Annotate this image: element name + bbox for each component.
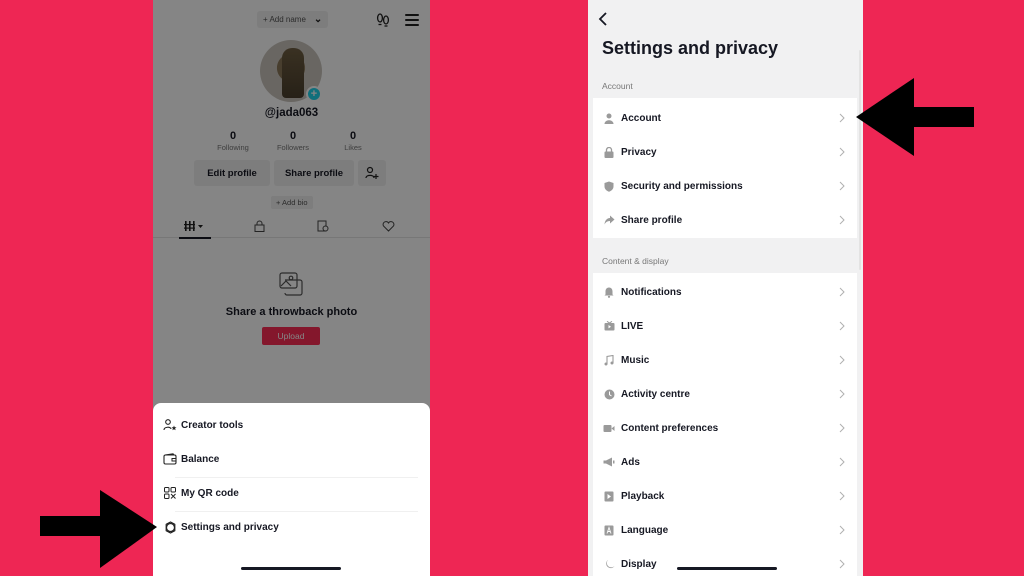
chevron-right-icon bbox=[839, 491, 845, 501]
chevron-right-icon bbox=[839, 113, 845, 123]
lock-icon bbox=[603, 146, 615, 158]
settings-item-share-profile[interactable]: Share profile bbox=[593, 203, 857, 237]
gear-icon bbox=[163, 520, 177, 534]
person-icon bbox=[603, 112, 615, 124]
section-label-account: Account bbox=[602, 81, 633, 91]
home-indicator bbox=[677, 567, 777, 570]
menu-item-creator-tools[interactable]: Creator tools bbox=[153, 408, 430, 442]
creator-tools-icon bbox=[163, 418, 177, 432]
account-settings-group: Account Privacy Security and permissions… bbox=[593, 98, 857, 238]
settings-item-label: Language bbox=[621, 524, 669, 536]
settings-item-notifications[interactable]: Notifications bbox=[593, 275, 857, 309]
qr-code-icon bbox=[163, 486, 177, 500]
settings-item-activity-centre[interactable]: Activity centre bbox=[593, 377, 857, 411]
settings-item-label: Music bbox=[621, 354, 650, 366]
bell-icon bbox=[603, 286, 615, 298]
settings-item-account[interactable]: Account bbox=[593, 101, 857, 135]
chevron-right-icon bbox=[839, 147, 845, 157]
menu-item-balance[interactable]: Balance bbox=[153, 442, 430, 476]
chevron-right-icon bbox=[839, 287, 845, 297]
settings-item-privacy[interactable]: Privacy bbox=[593, 135, 857, 169]
settings-item-label: Content preferences bbox=[621, 422, 719, 434]
chevron-right-icon bbox=[839, 559, 845, 569]
settings-item-music[interactable]: Music bbox=[593, 343, 857, 377]
settings-item-security-and-permissions[interactable]: Security and permissions bbox=[593, 169, 857, 203]
settings-item-language[interactable]: Language bbox=[593, 513, 857, 547]
menu-item-settings-and-privacy[interactable]: Settings and privacy bbox=[153, 510, 430, 544]
content-display-settings-group: Notifications LIVE Music Activity centre… bbox=[593, 273, 857, 576]
arrow-right-icon bbox=[40, 490, 157, 568]
chevron-right-icon bbox=[839, 321, 845, 331]
settings-screen: Settings and privacy Account Account Pri… bbox=[588, 0, 863, 576]
video-camera-icon bbox=[603, 422, 615, 434]
language-icon bbox=[603, 524, 615, 536]
menu-item-qr-code[interactable]: My QR code bbox=[153, 476, 430, 510]
back-arrow-icon[interactable] bbox=[596, 10, 610, 28]
settings-item-playback[interactable]: Playback bbox=[593, 479, 857, 513]
display-icon bbox=[603, 558, 615, 570]
chevron-right-icon bbox=[839, 355, 845, 365]
chevron-right-icon bbox=[839, 181, 845, 191]
settings-item-label: Display bbox=[621, 558, 657, 570]
settings-item-label: Security and permissions bbox=[621, 180, 743, 192]
play-icon bbox=[603, 490, 615, 502]
music-note-icon bbox=[603, 354, 615, 366]
settings-item-label: Ads bbox=[621, 456, 640, 468]
chevron-right-icon bbox=[839, 389, 845, 399]
settings-item-label: Notifications bbox=[621, 286, 682, 298]
chevron-right-icon bbox=[839, 525, 845, 535]
chevron-right-icon bbox=[839, 423, 845, 433]
home-indicator bbox=[241, 567, 341, 570]
menu-item-label: Creator tools bbox=[181, 419, 244, 431]
settings-item-label: Account bbox=[621, 112, 661, 124]
chevron-right-icon bbox=[839, 215, 845, 225]
settings-item-ads[interactable]: Ads bbox=[593, 445, 857, 479]
page-title: Settings and privacy bbox=[602, 38, 779, 58]
tv-icon bbox=[603, 320, 615, 332]
settings-item-live[interactable]: LIVE bbox=[593, 309, 857, 343]
settings-item-label: Privacy bbox=[621, 146, 657, 158]
share-icon bbox=[603, 214, 615, 226]
settings-item-label: LIVE bbox=[621, 320, 644, 332]
section-label-content-display: Content & display bbox=[602, 256, 669, 266]
wallet-icon bbox=[163, 452, 177, 466]
settings-item-label: Playback bbox=[621, 490, 665, 502]
menu-item-label: My QR code bbox=[181, 487, 239, 499]
menu-item-label: Settings and privacy bbox=[181, 521, 279, 533]
shield-icon bbox=[603, 180, 615, 192]
chevron-right-icon bbox=[839, 457, 845, 467]
settings-item-content-preferences[interactable]: Content preferences bbox=[593, 411, 857, 445]
arrow-left-icon bbox=[856, 78, 974, 156]
clock-icon bbox=[603, 388, 615, 400]
profile-menu-sheet: Creator tools Balance My QR code Setting… bbox=[153, 403, 430, 576]
menu-item-label: Balance bbox=[181, 453, 220, 465]
settings-item-label: Activity centre bbox=[621, 388, 690, 400]
settings-item-display[interactable]: Display bbox=[593, 547, 857, 576]
settings-item-label: Share profile bbox=[621, 214, 683, 226]
megaphone-icon bbox=[603, 456, 615, 468]
profile-screen: + Add name ⌄ + @jada063 0 Following 0 Fo… bbox=[153, 0, 430, 576]
